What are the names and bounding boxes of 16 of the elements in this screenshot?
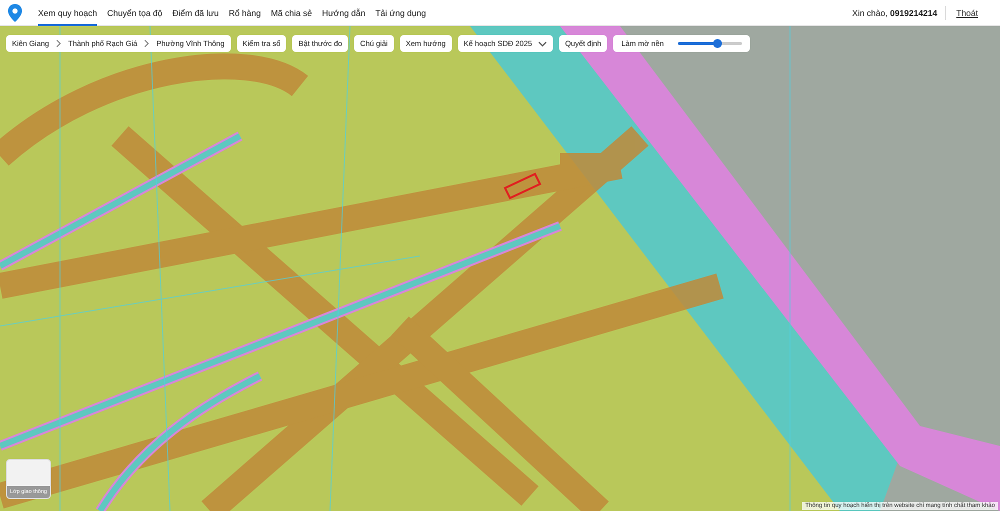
nav-tab[interactable]: Chuyển tọa độ <box>107 0 162 26</box>
caret-icon <box>538 40 548 46</box>
nav-tab[interactable]: Mã chia sẻ <box>270 0 312 26</box>
nav-tab[interactable]: Điểm đã lưu <box>172 0 219 26</box>
layer-thumbnail <box>7 460 50 486</box>
logout-link[interactable]: Thoát <box>956 8 978 18</box>
map-pin-icon[interactable] <box>8 4 22 22</box>
chevron-right-icon <box>144 39 150 48</box>
chevron-right-icon <box>56 39 62 48</box>
map-drawing[interactable] <box>0 26 1000 511</box>
nav-tab[interactable]: Tải ứng dụng <box>375 0 426 26</box>
nav-tab[interactable]: Hướng dẫn <box>322 0 366 26</box>
greeting-text: Xin chào, 0919214214 <box>852 8 938 18</box>
slider-thumb[interactable] <box>712 39 722 48</box>
blur-slider[interactable] <box>678 42 742 45</box>
nav-tab[interactable]: Rổ hàng <box>228 0 261 26</box>
